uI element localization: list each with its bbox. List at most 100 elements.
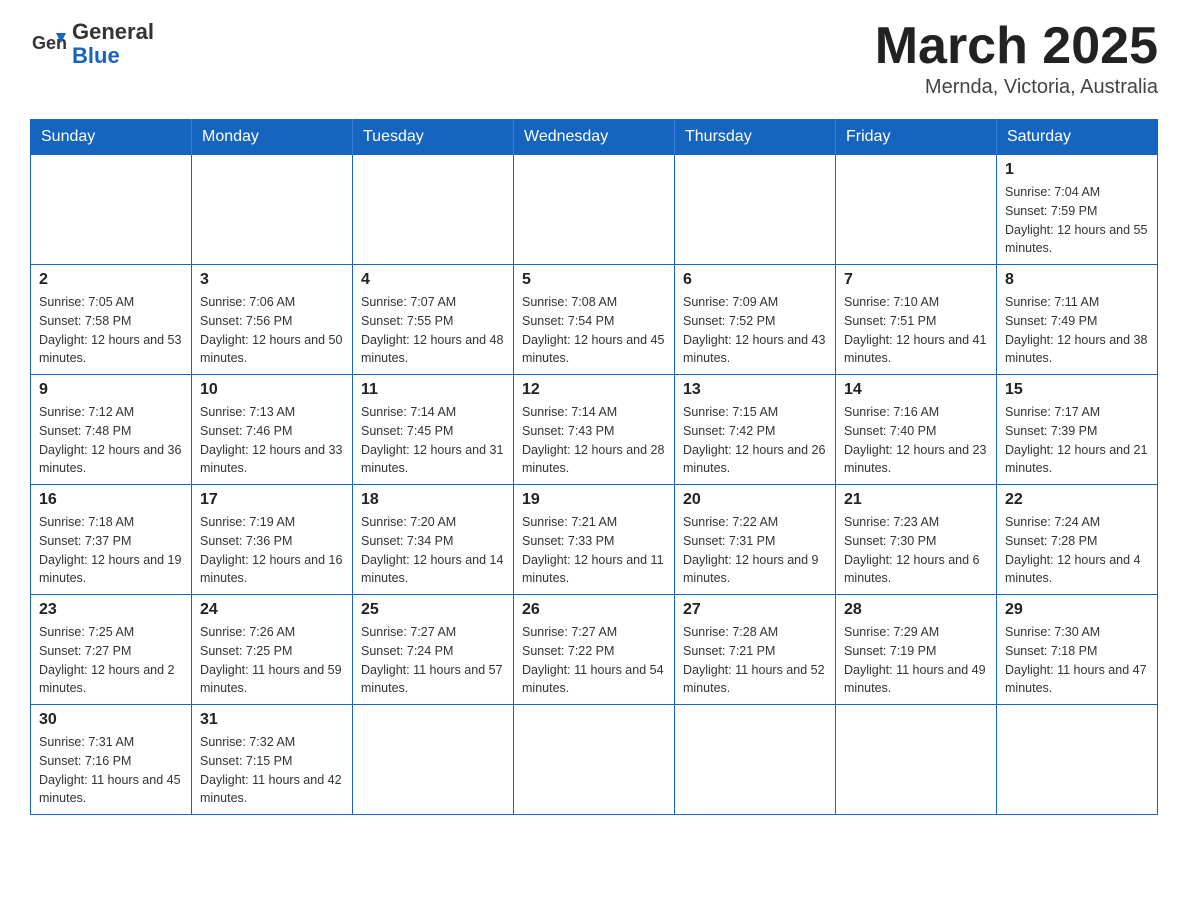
day-number: 18 xyxy=(361,491,505,509)
table-row: 25 Sunrise: 7:27 AMSunset: 7:24 PMDayligh… xyxy=(353,595,514,705)
day-info: Sunrise: 7:25 AMSunset: 7:27 PMDaylight:… xyxy=(39,623,183,698)
day-info: Sunrise: 7:24 AMSunset: 7:28 PMDaylight:… xyxy=(1005,513,1149,588)
day-number: 1 xyxy=(1005,161,1149,179)
table-row: 26Sunrise: 7:27 AMSunset: 7:22 PMDayligh… xyxy=(514,595,675,705)
day-number: 5 xyxy=(522,271,666,289)
table-row xyxy=(836,155,997,265)
table-row: 2 Sunrise: 7:05 AMSunset: 7:58 PMDaylight… xyxy=(31,265,192,375)
table-row: 6 Sunrise: 7:09 AMSunset: 7:52 PMDaylight… xyxy=(675,265,836,375)
day-number: 13 xyxy=(683,381,827,399)
day-info: Sunrise: 7:13 AMSunset: 7:46 PMDaylight:… xyxy=(200,403,344,478)
day-info: Sunrise: 7:27 AMSunset: 7:22 PMDaylight:… xyxy=(522,623,666,698)
table-row: 8Sunrise: 7:11 AMSunset: 7:49 PMDaylight… xyxy=(997,265,1158,375)
day-info: Sunrise: 7:28 AMSunset: 7:21 PMDaylight:… xyxy=(683,623,827,698)
table-row xyxy=(353,155,514,265)
day-info: Sunrise: 7:31 AMSunset: 7:16 PMDaylight:… xyxy=(39,733,183,808)
header-saturday: Saturday xyxy=(997,120,1158,155)
table-row: 10 Sunrise: 7:13 AMSunset: 7:46 PMDayligh… xyxy=(192,375,353,485)
day-info: Sunrise: 7:27 AMSunset: 7:24 PMDaylight:… xyxy=(361,623,505,698)
day-info: Sunrise: 7:07 AMSunset: 7:55 PMDaylight:… xyxy=(361,293,505,368)
day-number: 10 xyxy=(200,381,344,399)
calendar-week-row: 2 Sunrise: 7:05 AMSunset: 7:58 PMDaylight… xyxy=(31,265,1158,375)
day-info: Sunrise: 7:09 AMSunset: 7:52 PMDaylight:… xyxy=(683,293,827,368)
table-row: 17Sunrise: 7:19 AMSunset: 7:36 PMDayligh… xyxy=(192,485,353,595)
table-row xyxy=(192,155,353,265)
table-row: 18 Sunrise: 7:20 AMSunset: 7:34 PMDayligh… xyxy=(353,485,514,595)
day-info: Sunrise: 7:08 AMSunset: 7:54 PMDaylight:… xyxy=(522,293,666,368)
table-row: 14 Sunrise: 7:16 AMSunset: 7:40 PMDayligh… xyxy=(836,375,997,485)
table-row: 13 Sunrise: 7:15 AMSunset: 7:42 PMDayligh… xyxy=(675,375,836,485)
page-header: Gen General Blue March 2025 Mernda, Vict… xyxy=(30,20,1158,99)
day-info: Sunrise: 7:11 AMSunset: 7:49 PMDaylight:… xyxy=(1005,293,1149,368)
table-row: 24Sunrise: 7:26 AMSunset: 7:25 PMDayligh… xyxy=(192,595,353,705)
table-row: 11Sunrise: 7:14 AMSunset: 7:45 PMDayligh… xyxy=(353,375,514,485)
day-info: Sunrise: 7:15 AMSunset: 7:42 PMDaylight:… xyxy=(683,403,827,478)
day-info: Sunrise: 7:06 AMSunset: 7:56 PMDaylight:… xyxy=(200,293,344,368)
header-thursday: Thursday xyxy=(675,120,836,155)
title-area: March 2025 Mernda, Victoria, Australia xyxy=(875,20,1158,99)
table-row: 19 Sunrise: 7:21 AMSunset: 7:33 PMDayligh… xyxy=(514,485,675,595)
day-info: Sunrise: 7:26 AMSunset: 7:25 PMDaylight:… xyxy=(200,623,344,698)
table-row xyxy=(514,155,675,265)
table-row: 1Sunrise: 7:04 AMSunset: 7:59 PMDaylight… xyxy=(997,155,1158,265)
table-row: 12Sunrise: 7:14 AMSunset: 7:43 PMDayligh… xyxy=(514,375,675,485)
calendar-header: Sunday Monday Tuesday Wednesday Thursday… xyxy=(31,120,1158,155)
table-row: 20 Sunrise: 7:22 AMSunset: 7:31 PMDayligh… xyxy=(675,485,836,595)
day-number: 20 xyxy=(683,491,827,509)
header-monday: Monday xyxy=(192,120,353,155)
table-row xyxy=(997,705,1158,815)
day-number: 11 xyxy=(361,381,505,399)
weekday-header-row: Sunday Monday Tuesday Wednesday Thursday… xyxy=(31,120,1158,155)
table-row: 22 Sunrise: 7:24 AMSunset: 7:28 PMDayligh… xyxy=(997,485,1158,595)
logo-blue-text: Blue xyxy=(72,44,154,68)
day-number: 21 xyxy=(844,491,988,509)
day-number: 22 xyxy=(1005,491,1149,509)
day-number: 30 xyxy=(39,711,183,729)
header-friday: Friday xyxy=(836,120,997,155)
calendar-table: Sunday Monday Tuesday Wednesday Thursday… xyxy=(30,119,1158,815)
day-number: 6 xyxy=(683,271,827,289)
table-row: 28Sunrise: 7:29 AMSunset: 7:19 PMDayligh… xyxy=(836,595,997,705)
day-number: 25 xyxy=(361,601,505,619)
day-info: Sunrise: 7:30 AMSunset: 7:18 PMDaylight:… xyxy=(1005,623,1149,698)
calendar-week-row: 16Sunrise: 7:18 AMSunset: 7:37 PMDayligh… xyxy=(31,485,1158,595)
table-row: 5 Sunrise: 7:08 AMSunset: 7:54 PMDaylight… xyxy=(514,265,675,375)
calendar-body: 1Sunrise: 7:04 AMSunset: 7:59 PMDaylight… xyxy=(31,155,1158,815)
day-info: Sunrise: 7:20 AMSunset: 7:34 PMDaylight:… xyxy=(361,513,505,588)
table-row: 23Sunrise: 7:25 AMSunset: 7:27 PMDayligh… xyxy=(31,595,192,705)
day-number: 2 xyxy=(39,271,183,289)
day-number: 19 xyxy=(522,491,666,509)
day-info: Sunrise: 7:14 AMSunset: 7:43 PMDaylight:… xyxy=(522,403,666,478)
day-info: Sunrise: 7:18 AMSunset: 7:37 PMDaylight:… xyxy=(39,513,183,588)
day-info: Sunrise: 7:05 AMSunset: 7:58 PMDaylight:… xyxy=(39,293,183,368)
day-info: Sunrise: 7:10 AMSunset: 7:51 PMDaylight:… xyxy=(844,293,988,368)
day-info: Sunrise: 7:23 AMSunset: 7:30 PMDaylight:… xyxy=(844,513,988,588)
table-row: 21 Sunrise: 7:23 AMSunset: 7:30 PMDayligh… xyxy=(836,485,997,595)
day-number: 17 xyxy=(200,491,344,509)
calendar-week-row: 23Sunrise: 7:25 AMSunset: 7:27 PMDayligh… xyxy=(31,595,1158,705)
table-row: 7Sunrise: 7:10 AMSunset: 7:51 PMDaylight… xyxy=(836,265,997,375)
table-row: 27Sunrise: 7:28 AMSunset: 7:21 PMDayligh… xyxy=(675,595,836,705)
table-row: 31Sunrise: 7:32 AMSunset: 7:15 PMDayligh… xyxy=(192,705,353,815)
header-tuesday: Tuesday xyxy=(353,120,514,155)
table-row: 4Sunrise: 7:07 AMSunset: 7:55 PMDaylight… xyxy=(353,265,514,375)
day-info: Sunrise: 7:21 AMSunset: 7:33 PMDaylight:… xyxy=(522,513,666,588)
day-info: Sunrise: 7:16 AMSunset: 7:40 PMDaylight:… xyxy=(844,403,988,478)
day-number: 3 xyxy=(200,271,344,289)
day-number: 28 xyxy=(844,601,988,619)
day-number: 9 xyxy=(39,381,183,399)
header-wednesday: Wednesday xyxy=(514,120,675,155)
location: Mernda, Victoria, Australia xyxy=(875,76,1158,99)
calendar-week-row: 9Sunrise: 7:12 AMSunset: 7:48 PMDaylight… xyxy=(31,375,1158,485)
day-info: Sunrise: 7:22 AMSunset: 7:31 PMDaylight:… xyxy=(683,513,827,588)
calendar-week-row: 1Sunrise: 7:04 AMSunset: 7:59 PMDaylight… xyxy=(31,155,1158,265)
table-row xyxy=(836,705,997,815)
month-title: March 2025 xyxy=(875,20,1158,72)
logo-text: General Blue xyxy=(72,20,154,68)
calendar-week-row: 30 Sunrise: 7:31 AMSunset: 7:16 PMDayligh… xyxy=(31,705,1158,815)
table-row: 29Sunrise: 7:30 AMSunset: 7:18 PMDayligh… xyxy=(997,595,1158,705)
table-row xyxy=(31,155,192,265)
table-row: 9Sunrise: 7:12 AMSunset: 7:48 PMDaylight… xyxy=(31,375,192,485)
day-number: 14 xyxy=(844,381,988,399)
logo-general-text: General xyxy=(72,20,154,44)
